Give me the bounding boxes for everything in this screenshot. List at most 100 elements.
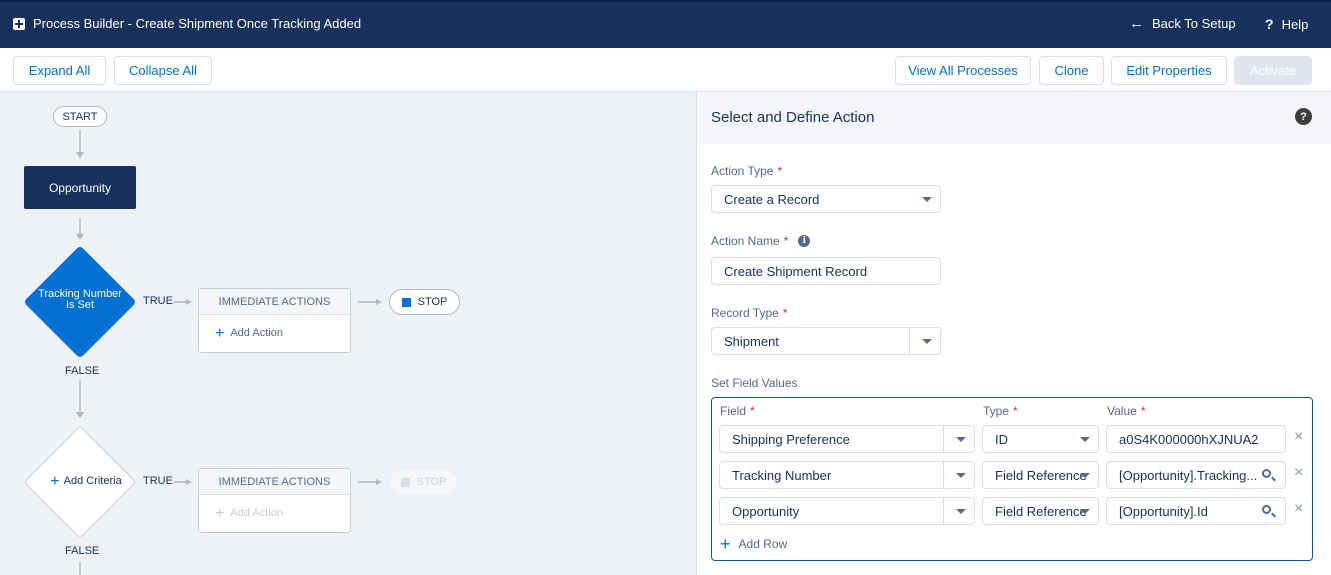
page-title: Process Builder - Create Shipment Once T… [33, 16, 362, 31]
add-action-link: + Add Action [215, 504, 283, 522]
help-circle-icon[interactable]: ? [1295, 108, 1312, 125]
stop-node[interactable]: STOP [389, 289, 460, 315]
record-type-label-text: Record Type [711, 306, 779, 320]
record-type-value: Shipment [724, 333, 779, 349]
chevron-down-icon [922, 339, 932, 344]
true-label: TRUE [143, 475, 173, 487]
collapse-all-button[interactable]: Collapse All [114, 56, 212, 85]
col-value-header: Value * [1107, 404, 1146, 418]
add-criteria-label-wrap[interactable]: + Add Criteria [36, 473, 136, 490]
col-type-header: Type * [983, 404, 1018, 418]
type-select[interactable]: Field Reference [982, 497, 1099, 525]
field-select[interactable]: Shipping Preference [719, 425, 975, 453]
question-icon: ? [1265, 16, 1274, 32]
view-all-processes-button[interactable]: View All Processes [895, 56, 1031, 85]
panel-header: Select and Define Action ? [697, 92, 1331, 144]
col-value-text: Value [1107, 404, 1137, 418]
help-link[interactable]: ? Help [1265, 16, 1308, 32]
add-criteria-label: Add Criteria [63, 475, 122, 487]
true-label: TRUE [143, 295, 173, 307]
value-lookup[interactable]: [Opportunity].Tracking... [1106, 461, 1286, 489]
type-value: Field Reference [995, 503, 1087, 519]
toolbar: Expand All Collapse All View All Process… [0, 48, 1331, 92]
field-select[interactable]: Tracking Number [719, 461, 975, 489]
remove-row-icon[interactable]: × [1294, 464, 1303, 482]
field-value: Opportunity [732, 503, 800, 519]
chevron-down-icon [1080, 509, 1090, 514]
type-select[interactable]: Field Reference [982, 461, 1099, 489]
immediate-actions-box: IMMEDIATE ACTIONS + Add Action [198, 288, 351, 353]
plus-icon: + [50, 473, 60, 490]
clone-button[interactable]: Clone [1039, 56, 1104, 85]
object-node[interactable]: Opportunity [24, 166, 136, 209]
col-type-text: Type [983, 404, 1010, 418]
add-row-label: Add Row [738, 537, 788, 551]
expand-all-button[interactable]: Expand All [13, 56, 106, 85]
plus-icon: + [720, 534, 731, 554]
immediate-actions-box: IMMEDIATE ACTIONS + Add Action [198, 468, 351, 533]
panel-body: Action Type * Create a Record Action Name… [697, 144, 1331, 575]
value-input[interactable]: a0S4K000000hXJNUA2 [1106, 425, 1286, 453]
back-to-setup-label: Back To Setup [1152, 16, 1236, 31]
search-icon[interactable] [1262, 505, 1271, 514]
criteria-label: Tracking Number Is Set [38, 288, 122, 311]
value-text: [Opportunity].Id [1119, 503, 1208, 519]
action-name-label-text: Action Name [711, 234, 780, 248]
type-select[interactable]: ID [982, 425, 1099, 453]
stop-square-icon [400, 477, 410, 487]
record-type-lookup[interactable]: Shipment [711, 327, 941, 355]
back-to-setup-link[interactable]: ← Back To Setup [1129, 14, 1236, 32]
chevron-down-icon [1080, 473, 1090, 478]
help-label: Help [1281, 16, 1309, 32]
false-label: FALSE [65, 365, 100, 377]
field-values-table: Field * Type * Value * Shipping Preference … [711, 397, 1313, 561]
immediate-actions-header: IMMEDIATE ACTIONS [199, 289, 350, 315]
plus-icon: + [215, 324, 225, 342]
record-type-label: Record Type * [711, 306, 788, 320]
type-value: Field Reference [995, 467, 1087, 483]
chevron-down-icon [1080, 437, 1090, 442]
add-action-link[interactable]: + Add Action [215, 324, 283, 342]
action-type-label: Action Type * [711, 164, 783, 178]
search-icon[interactable] [1262, 469, 1271, 478]
value-lookup[interactable]: [Opportunity].Id [1106, 497, 1286, 525]
set-field-values-label: Set Field Values [711, 376, 798, 390]
app-header: Process Builder - Create Shipment Once T… [0, 0, 1331, 48]
process-canvas: START Opportunity Tracking Number Is Set… [0, 92, 697, 575]
field-divider [943, 498, 944, 524]
info-icon[interactable]: i [798, 235, 811, 247]
add-action-label: Add Action [230, 327, 283, 339]
field-divider [943, 426, 944, 452]
field-divider [943, 462, 944, 488]
chevron-down-icon [956, 473, 966, 478]
value-text: a0S4K000000hXJNUA2 [1119, 431, 1259, 447]
action-name-input[interactable]: Create Shipment Record [711, 257, 941, 285]
edit-properties-button[interactable]: Edit Properties [1111, 56, 1227, 85]
stop-label: STOP [417, 296, 448, 308]
field-select[interactable]: Opportunity [719, 497, 975, 525]
panel-title: Select and Define Action [711, 109, 875, 126]
col-field-header: Field * [720, 404, 755, 418]
chevron-down-icon [922, 197, 932, 202]
action-name-label: Action Name * i [711, 234, 811, 248]
plus-icon: + [215, 504, 225, 522]
arrow-left-icon: ← [1129, 14, 1144, 32]
activate-button[interactable]: Activate [1234, 56, 1312, 85]
chevron-down-icon [956, 509, 966, 514]
field-divider [909, 328, 910, 354]
action-panel: Select and Define Action ? Action Type * … [697, 92, 1331, 575]
action-type-select[interactable]: Create a Record [711, 185, 941, 213]
chevron-down-icon [956, 437, 966, 442]
stop-square-icon [401, 297, 411, 307]
type-value: ID [995, 431, 1008, 447]
action-type-label-text: Action Type [711, 164, 774, 178]
false-label: FALSE [65, 545, 100, 557]
remove-row-icon[interactable]: × [1294, 428, 1303, 446]
stop-label: STOP [416, 476, 447, 488]
immediate-actions-header: IMMEDIATE ACTIONS [199, 469, 350, 495]
add-row-link[interactable]: + Add Row [720, 534, 788, 554]
value-text: [Opportunity].Tracking... [1119, 467, 1258, 483]
field-value: Shipping Preference [732, 431, 850, 447]
remove-row-icon[interactable]: × [1294, 500, 1303, 518]
start-node: START [53, 106, 107, 127]
